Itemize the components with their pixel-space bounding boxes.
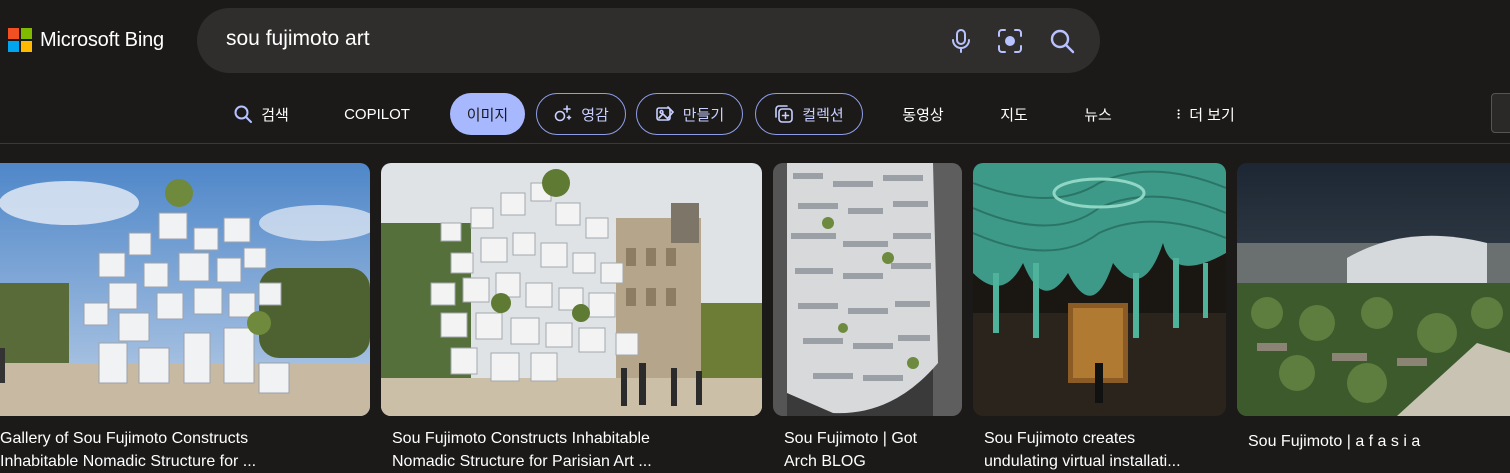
image-result[interactable]: Gallery of Sou Fujimoto Constructs Inhab… xyxy=(0,163,370,473)
tab-more[interactable]: 더 보기 xyxy=(1170,93,1240,135)
image-result[interactable]: Sou Fujimoto creates undulating virtual … xyxy=(973,163,1226,473)
result-thumbnail[interactable] xyxy=(1237,163,1510,416)
brand-name: Microsoft Bing xyxy=(40,28,164,51)
result-thumbnail[interactable] xyxy=(973,163,1226,416)
microsoft-logo-icon xyxy=(8,28,32,52)
result-caption[interactable]: Sou Fujimoto | Got Arch BLOG xyxy=(773,427,962,473)
result-caption[interactable]: Sou Fujimoto creates undulating virtual … xyxy=(973,427,1226,473)
sign-in-button[interactable] xyxy=(1491,93,1510,133)
image-result[interactable]: Sou Fujimoto | a f a s i a xyxy=(1237,163,1510,453)
result-thumbnail[interactable] xyxy=(773,163,962,416)
tab-search[interactable]: 검색 xyxy=(230,93,292,135)
header-divider xyxy=(0,143,1510,144)
tab-collections[interactable]: 컬렉션 xyxy=(755,93,863,135)
image-result[interactable]: Sou Fujimoto | Got Arch BLOG xyxy=(773,163,962,473)
tab-copilot[interactable]: COPILOT xyxy=(343,93,411,135)
image-result[interactable]: Sou Fujimoto Constructs Inhabitable Noma… xyxy=(381,163,762,473)
result-thumbnail[interactable] xyxy=(381,163,762,416)
search-icon xyxy=(234,105,253,123)
tab-news[interactable]: 뉴스 xyxy=(1081,93,1115,135)
result-caption[interactable]: Sou Fujimoto | a f a s i a xyxy=(1237,430,1510,453)
tab-images[interactable]: 이미지 xyxy=(450,93,525,135)
tab-inspiration[interactable]: 영감 xyxy=(536,93,626,135)
more-vertical-icon xyxy=(1177,109,1180,119)
tab-videos[interactable]: 동영상 xyxy=(898,93,948,135)
result-caption[interactable]: Gallery of Sou Fujimoto Constructs Inhab… xyxy=(0,427,370,473)
search-icon[interactable] xyxy=(1048,27,1076,55)
sparkle-icon xyxy=(554,105,572,122)
visual-search-icon[interactable] xyxy=(996,27,1024,55)
result-thumbnail[interactable] xyxy=(0,163,370,416)
search-input[interactable]: sou fujimoto art xyxy=(226,27,370,51)
tab-create[interactable]: 만들기 xyxy=(636,93,743,135)
microphone-icon[interactable] xyxy=(947,27,975,55)
image-create-icon xyxy=(655,106,674,121)
bing-logo[interactable]: Microsoft Bing xyxy=(8,28,164,52)
tab-maps[interactable]: 지도 xyxy=(997,93,1031,135)
vertical-nav: 검색 COPILOT 이미지 영감 만들기 컬렉션 동영상 지도 뉴스 더 보기 xyxy=(0,90,1510,138)
search-box[interactable]: sou fujimoto art xyxy=(197,8,1100,73)
result-caption[interactable]: Sou Fujimoto Constructs Inhabitable Noma… xyxy=(381,427,762,473)
collection-add-icon xyxy=(775,105,794,123)
